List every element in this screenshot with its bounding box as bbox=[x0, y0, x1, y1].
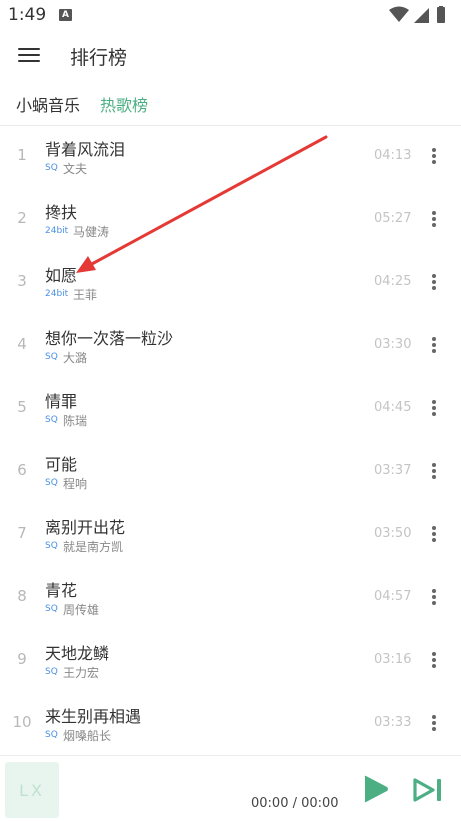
song-duration: 03:37 bbox=[374, 463, 412, 478]
quality-badge: 24bit bbox=[45, 289, 69, 299]
song-singer: 就是南方凯 bbox=[63, 540, 124, 554]
playback-time: 00:00 / 00:00 bbox=[251, 796, 339, 811]
status-time: 1:49 bbox=[8, 5, 47, 25]
signal-icon bbox=[414, 8, 429, 23]
status-icons bbox=[389, 6, 445, 23]
more-options-icon[interactable] bbox=[424, 649, 444, 669]
app-logo: LX bbox=[19, 781, 45, 800]
song-duration: 04:25 bbox=[374, 274, 412, 289]
more-options-icon[interactable] bbox=[424, 586, 444, 606]
song-duration: 04:13 bbox=[374, 148, 412, 163]
app-bar: 排行榜 bbox=[0, 30, 461, 82]
song-rank: 8 bbox=[17, 587, 27, 605]
song-title: 背着风流泪 bbox=[45, 140, 126, 159]
song-duration: 03:16 bbox=[374, 652, 412, 667]
more-options-icon[interactable] bbox=[424, 397, 444, 417]
song-singer: 文夫 bbox=[63, 162, 88, 176]
song-row[interactable]: 8 青花 SQ 周传雄 04:57 bbox=[0, 566, 461, 629]
skip-next-icon[interactable] bbox=[413, 777, 444, 803]
song-rank: 3 bbox=[17, 272, 27, 290]
song-rank: 4 bbox=[17, 335, 27, 353]
song-title: 想你一次落一粒沙 bbox=[45, 329, 174, 348]
song-row[interactable]: 4 想你一次落一粒沙 SQ 大潞 03:30 bbox=[0, 314, 461, 377]
song-title: 来生别再相遇 bbox=[45, 707, 142, 726]
song-singer: 程响 bbox=[63, 477, 88, 491]
status-bar: 1:49 A bbox=[0, 0, 461, 30]
song-rank: 9 bbox=[17, 650, 27, 668]
hamburger-menu-icon[interactable] bbox=[18, 46, 40, 64]
song-row[interactable]: 10 来生别再相遇 SQ 烟嗓船长 03:33 bbox=[0, 692, 461, 755]
notification-icon: A bbox=[59, 9, 72, 21]
song-duration: 03:33 bbox=[374, 715, 412, 730]
song-duration: 05:27 bbox=[374, 211, 412, 226]
more-options-icon[interactable] bbox=[424, 523, 444, 543]
quality-badge: 24bit bbox=[45, 226, 69, 236]
song-duration: 03:30 bbox=[374, 337, 412, 352]
more-options-icon[interactable] bbox=[424, 712, 444, 732]
song-title: 可能 bbox=[45, 455, 78, 474]
song-singer: 陈瑞 bbox=[63, 414, 88, 428]
song-row[interactable]: 1 背着风流泪 SQ 文夫 04:13 bbox=[0, 125, 461, 188]
quality-badge: SQ bbox=[45, 478, 58, 488]
quality-badge: SQ bbox=[45, 163, 58, 173]
song-rank: 10 bbox=[12, 713, 32, 731]
song-singer: 烟嗓船长 bbox=[63, 729, 112, 743]
quality-badge: SQ bbox=[45, 541, 58, 551]
more-options-icon[interactable] bbox=[424, 271, 444, 291]
more-options-icon[interactable] bbox=[424, 208, 444, 228]
song-duration: 04:57 bbox=[374, 589, 412, 604]
quality-badge: SQ bbox=[45, 352, 58, 362]
song-row[interactable]: 2 搀扶 24bit 马健涛 05:27 bbox=[0, 188, 461, 251]
quality-badge: SQ bbox=[45, 667, 58, 677]
more-options-icon[interactable] bbox=[424, 334, 444, 354]
song-row[interactable]: 9 天地龙鳞 SQ 王力宏 03:16 bbox=[0, 629, 461, 692]
song-singer: 周传雄 bbox=[63, 603, 100, 617]
page-title: 排行榜 bbox=[70, 47, 128, 69]
song-duration: 04:45 bbox=[374, 400, 412, 415]
song-list: 1 背着风流泪 SQ 文夫 04:13 2 搀扶 24bit 马健涛 05:27 3 如愿 24bit 王… bbox=[0, 125, 461, 755]
battery-icon bbox=[437, 7, 445, 23]
album-cover[interactable]: LX bbox=[5, 762, 59, 818]
song-singer: 大潞 bbox=[63, 351, 88, 365]
quality-badge: SQ bbox=[45, 730, 58, 740]
play-icon[interactable] bbox=[360, 774, 390, 804]
song-row[interactable]: 3 如愿 24bit 王菲 04:25 bbox=[0, 251, 461, 314]
player-bar: LX 00:00 / 00:00 bbox=[0, 755, 461, 821]
song-singer: 王菲 bbox=[73, 288, 98, 302]
song-title: 情罪 bbox=[45, 392, 78, 411]
more-options-icon[interactable] bbox=[424, 460, 444, 480]
tab-hot-songs[interactable]: 热歌榜 bbox=[100, 92, 148, 116]
quality-badge: SQ bbox=[45, 415, 58, 425]
song-row[interactable]: 5 情罪 SQ 陈瑞 04:45 bbox=[0, 377, 461, 440]
song-duration: 03:50 bbox=[374, 526, 412, 541]
song-singer: 马健涛 bbox=[73, 225, 110, 239]
song-title: 搀扶 bbox=[45, 203, 78, 222]
song-title: 离别开出花 bbox=[45, 518, 126, 537]
song-rank: 6 bbox=[17, 461, 27, 479]
song-title: 天地龙鳞 bbox=[45, 644, 110, 663]
song-singer: 王力宏 bbox=[63, 666, 100, 680]
quality-badge: SQ bbox=[45, 604, 58, 614]
more-options-icon[interactable] bbox=[424, 145, 444, 165]
song-title: 青花 bbox=[45, 581, 78, 600]
wifi-icon bbox=[389, 6, 409, 22]
song-rank: 7 bbox=[17, 524, 27, 542]
song-row[interactable]: 7 离别开出花 SQ 就是南方凯 03:50 bbox=[0, 503, 461, 566]
song-rank: 2 bbox=[17, 209, 27, 227]
song-title: 如愿 bbox=[45, 266, 78, 285]
song-row[interactable]: 6 可能 SQ 程响 03:37 bbox=[0, 440, 461, 503]
tab-source[interactable]: 小蜗音乐 bbox=[16, 92, 80, 116]
song-rank: 5 bbox=[17, 398, 27, 416]
leaderboard-tabs: 小蜗音乐 热歌榜 bbox=[0, 82, 461, 126]
song-rank: 1 bbox=[17, 146, 27, 164]
